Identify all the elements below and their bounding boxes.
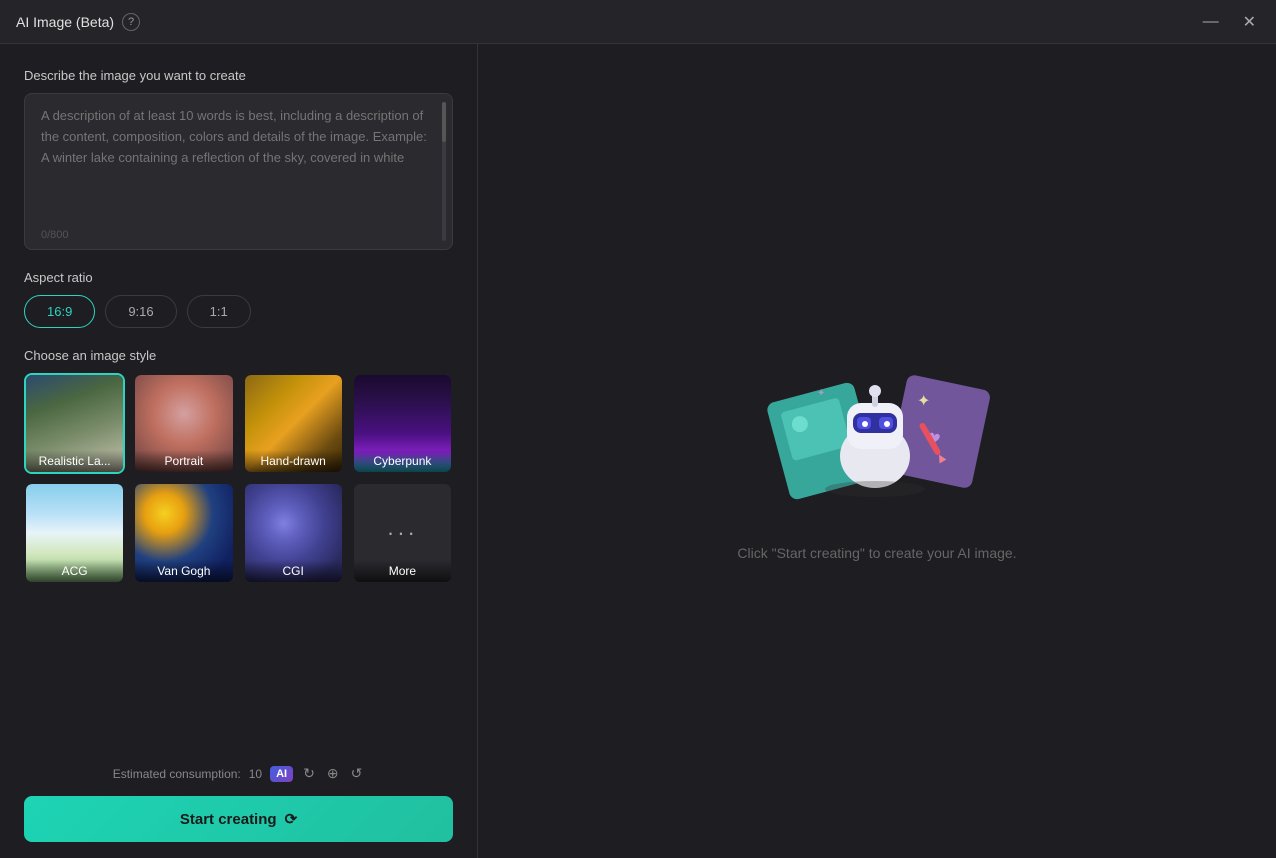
info-consumption-button[interactable]: ↺ (349, 763, 365, 784)
help-icon[interactable]: ? (122, 13, 140, 31)
more-label: More (354, 560, 451, 582)
bottom-section: Estimated consumption: 10 AI ↻ ⊕ ↺ Start… (24, 751, 453, 842)
style-label: Choose an image style (24, 348, 453, 363)
style-handdrawn[interactable]: Hand-drawn (243, 373, 344, 474)
consumption-row: Estimated consumption: 10 AI ↻ ⊕ ↺ (24, 763, 453, 784)
consumption-value: 10 (249, 767, 262, 781)
add-credits-button[interactable]: ⊕ (325, 763, 341, 784)
titlebar: AI Image (Beta) ? — ✕ (0, 0, 1276, 44)
cyberpunk-label: Cyberpunk (354, 450, 451, 472)
style-acg[interactable]: ACG (24, 482, 125, 583)
style-cyberpunk[interactable]: Cyberpunk (352, 373, 453, 474)
left-panel: Describe the image you want to create 0/… (0, 44, 478, 858)
style-realistic[interactable]: Realistic La... (24, 373, 125, 474)
realistic-label: Realistic La... (26, 450, 123, 472)
right-panel: ♥ ✦ ✦ (478, 44, 1276, 858)
minimize-button[interactable]: — (1199, 8, 1223, 36)
portrait-label: Portrait (135, 450, 232, 472)
refresh-consumption-button[interactable]: ↻ (301, 763, 317, 784)
style-cgi[interactable]: CGI (243, 482, 344, 583)
start-creating-label: Start creating (180, 811, 277, 828)
close-button[interactable]: ✕ (1239, 8, 1260, 36)
aspect-16-9-button[interactable]: 16:9 (24, 295, 95, 328)
style-grid: Realistic La... Portrait Hand-drawn Cybe… (24, 373, 453, 584)
aspect-1-1-button[interactable]: 1:1 (187, 295, 251, 328)
scrollbar-thumb (442, 102, 446, 142)
ai-badge: AI (270, 766, 293, 782)
titlebar-left: AI Image (Beta) ? (16, 13, 140, 31)
start-creating-button[interactable]: Start creating ⟳ (24, 796, 453, 842)
aspect-ratio-label: Aspect ratio (24, 270, 453, 285)
textarea-wrapper: 0/800 (24, 93, 453, 250)
main-layout: Describe the image you want to create 0/… (0, 44, 1276, 858)
style-more[interactable]: ··· More (352, 482, 453, 583)
cgi-label: CGI (245, 560, 342, 582)
aspect-9-16-button[interactable]: 9:16 (105, 295, 176, 328)
start-creating-icon: ⟳ (285, 810, 298, 828)
char-count: 0/800 (41, 229, 69, 241)
description-section: Describe the image you want to create 0/… (24, 68, 453, 250)
consumption-label: Estimated consumption: (113, 767, 241, 781)
svg-text:✦: ✦ (817, 388, 825, 399)
hint-text: Click "Start creating" to create your AI… (737, 545, 1016, 561)
app-title: AI Image (Beta) (16, 14, 114, 30)
scrollbar (442, 102, 446, 241)
handdrawn-label: Hand-drawn (245, 450, 342, 472)
aspect-buttons: 16:9 9:16 1:1 (24, 295, 453, 328)
aspect-ratio-section: Aspect ratio 16:9 9:16 1:1 (24, 270, 453, 328)
style-vangogh[interactable]: Van Gogh (133, 482, 234, 583)
describe-label: Describe the image you want to create (24, 68, 453, 83)
ai-illustration: ♥ ✦ ✦ (757, 341, 997, 521)
style-portrait[interactable]: Portrait (133, 373, 234, 474)
window-controls: — ✕ (1199, 8, 1260, 36)
style-section: Choose an image style Realistic La... Po… (24, 348, 453, 584)
description-input[interactable] (41, 106, 436, 216)
illustration-area: ♥ ✦ ✦ (737, 341, 1016, 561)
vangogh-label: Van Gogh (135, 560, 232, 582)
acg-label: ACG (26, 560, 123, 582)
svg-text:✦: ✦ (917, 393, 930, 410)
